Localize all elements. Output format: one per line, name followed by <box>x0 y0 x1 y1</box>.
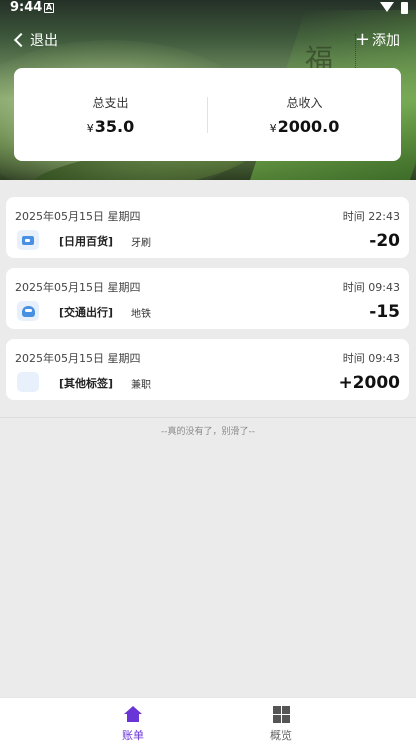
bus-icon <box>17 301 39 321</box>
bottom-tab-bar: 账单 概览 <box>0 697 416 743</box>
record-item[interactable]: 2025年05月15日 星期四 时间 22:43 [日用百货] 牙刷 -20 <box>6 197 409 258</box>
plus-icon: + <box>354 29 370 50</box>
wifi-icon <box>380 2 394 12</box>
record-amount: -15 <box>369 302 400 322</box>
record-date: 2025年05月15日 星期四 <box>15 210 141 223</box>
record-time: 时间 22:43 <box>342 210 400 223</box>
record-note: 牙刷 <box>131 238 151 249</box>
income-amount: ¥2000.0 <box>208 117 401 136</box>
expense-label: 总支出 <box>92 95 129 110</box>
record-date: 2025年05月15日 星期四 <box>15 281 141 294</box>
record-item[interactable]: 2025年05月15日 星期四 时间 09:43 [交通出行] 地铁 -15 <box>6 268 409 329</box>
tab-overview[interactable]: 概览 <box>251 706 311 743</box>
currency-symbol: ¥ <box>86 121 94 135</box>
currency-symbol: ¥ <box>269 121 277 135</box>
record-amount: +2000 <box>338 373 400 393</box>
income-label: 总收入 <box>286 95 323 110</box>
chevron-left-icon <box>13 32 29 48</box>
record-time: 时间 09:43 <box>342 352 400 365</box>
notification-icon: A <box>44 3 54 13</box>
expense-amount: ¥35.0 <box>14 117 207 136</box>
add-label: 添加 <box>372 33 400 49</box>
grid-icon <box>17 372 39 392</box>
add-button[interactable]: + 添加 <box>355 30 400 50</box>
battery-icon <box>401 2 408 14</box>
back-label: 退出 <box>30 33 58 49</box>
record-item[interactable]: 2025年05月15日 星期四 时间 09:43 [其他标签] 兼职 +2000 <box>6 339 409 400</box>
tab-bill-label: 账单 <box>122 729 144 742</box>
tab-bill[interactable]: 账单 <box>103 706 163 743</box>
back-button[interactable]: 退出 <box>12 30 58 50</box>
home-icon <box>124 706 142 723</box>
record-amount: -20 <box>369 231 400 251</box>
record-date: 2025年05月15日 星期四 <box>15 352 141 365</box>
income-value: 2000.0 <box>277 116 340 136</box>
status-time: 9:44 <box>10 0 43 15</box>
record-time: 时间 09:43 <box>342 281 400 294</box>
dashboard-icon <box>272 706 290 723</box>
income-summary: 总收入 ¥2000.0 <box>208 94 401 136</box>
summary-card: 总支出 ¥35.0 总收入 ¥2000.0 <box>14 68 401 161</box>
shopping-bag-icon <box>17 230 39 250</box>
end-of-list-tip: --真的没有了，别滑了-- <box>161 427 255 437</box>
record-note: 地铁 <box>131 309 151 320</box>
status-bar: 9:44 A <box>0 0 416 18</box>
expense-summary: 总支出 ¥35.0 <box>14 94 207 136</box>
tab-overview-label: 概览 <box>270 729 292 742</box>
record-note: 兼职 <box>131 380 151 391</box>
list-divider <box>0 417 416 418</box>
record-category: [日用百货] <box>59 235 114 248</box>
expense-value: 35.0 <box>94 116 135 136</box>
record-category: [交通出行] <box>59 306 114 319</box>
record-category: [其他标签] <box>59 377 114 390</box>
